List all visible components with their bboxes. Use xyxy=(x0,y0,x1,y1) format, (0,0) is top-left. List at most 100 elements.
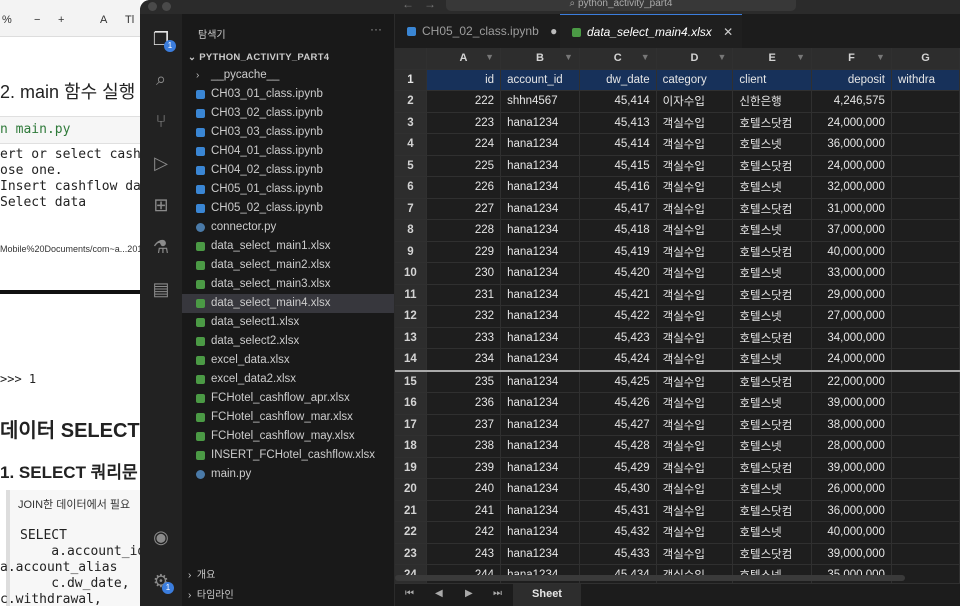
nav-arrows[interactable]: ← → xyxy=(402,0,436,11)
table-cell[interactable]: 객실수입 xyxy=(656,284,734,306)
table-cell[interactable]: hana1234 xyxy=(500,392,580,415)
file-item[interactable]: excel_data.xlsx xyxy=(182,351,394,370)
close-icon[interactable]: ✕ xyxy=(723,25,733,39)
table-cell[interactable]: hana1234 xyxy=(500,198,580,220)
table-cell[interactable]: 호텔스닷컴 xyxy=(732,500,812,522)
file-item[interactable]: FCHotel_cashflow_apr.xlsx xyxy=(182,389,394,408)
file-item[interactable]: CH05_02_class.ipynb xyxy=(182,199,394,218)
table-cell[interactable]: hana1234 xyxy=(500,219,580,242)
table-cell[interactable]: client xyxy=(732,69,812,91)
file-item[interactable]: data_select_main2.xlsx xyxy=(182,256,394,275)
row-number[interactable]: 6 xyxy=(395,176,427,199)
first-sheet-icon[interactable]: ⏮ xyxy=(405,588,414,599)
table-cell[interactable]: 33,000,000 xyxy=(811,262,892,285)
table-cell[interactable]: 31,000,000 xyxy=(811,198,892,220)
column-header[interactable]: G xyxy=(891,48,960,70)
table-cell[interactable]: 222 xyxy=(426,90,502,113)
row-number[interactable]: 21 xyxy=(395,500,427,522)
column-header[interactable]: D ▼ xyxy=(656,48,734,70)
file-item[interactable]: CH03_03_class.ipynb xyxy=(182,123,394,142)
row-number[interactable]: 10 xyxy=(395,262,427,285)
file-item[interactable]: › __pycache__ xyxy=(182,66,394,85)
table-cell[interactable]: 45,419 xyxy=(579,241,657,263)
table-cell[interactable] xyxy=(891,370,960,393)
table-cell[interactable]: 22,000,000 xyxy=(811,370,892,393)
table-cell[interactable]: 객실수입 xyxy=(656,414,734,436)
row-number[interactable]: 18 xyxy=(395,435,427,458)
table-cell[interactable]: 호텔스닷컴 xyxy=(732,370,812,393)
prev-sheet-icon[interactable]: ◀ xyxy=(435,588,443,599)
table-cell[interactable]: 객실수입 xyxy=(656,392,734,415)
table-cell[interactable]: 38,000,000 xyxy=(811,414,892,436)
table-cell[interactable]: 45,433 xyxy=(579,543,657,565)
table-cell[interactable]: 객실수입 xyxy=(656,435,734,458)
timeline-section[interactable]: › 타임라인 xyxy=(188,586,234,601)
table-cell[interactable]: 호텔스넷 xyxy=(732,305,812,328)
filter-icon[interactable]: ▼ xyxy=(796,52,805,62)
row-number[interactable]: 3 xyxy=(395,112,427,134)
table-cell[interactable]: hana1234 xyxy=(500,133,580,156)
minimize-window-button[interactable] xyxy=(162,2,171,11)
command-center[interactable]: ⌕ python_activity_part4 xyxy=(446,0,796,11)
close-window-button[interactable] xyxy=(148,2,157,11)
table-cell[interactable]: 객실수입 xyxy=(656,198,734,220)
table-cell[interactable]: 235 xyxy=(426,370,502,393)
file-item[interactable]: CH04_02_class.ipynb xyxy=(182,161,394,180)
table-cell[interactable]: 45,429 xyxy=(579,457,657,479)
table-cell[interactable]: 45,428 xyxy=(579,435,657,458)
row-number[interactable]: 9 xyxy=(395,241,427,263)
table-cell[interactable]: hana1234 xyxy=(500,155,580,177)
file-item[interactable]: CH03_02_class.ipynb xyxy=(182,104,394,123)
table-cell[interactable]: hana1234 xyxy=(500,112,580,134)
file-item[interactable]: connector.py xyxy=(182,218,394,237)
file-item[interactable]: CH05_01_class.ipynb xyxy=(182,180,394,199)
table-cell[interactable] xyxy=(891,457,960,479)
table-cell[interactable]: hana1234 xyxy=(500,262,580,285)
table-cell[interactable]: 34,000,000 xyxy=(811,327,892,349)
table-cell[interactable]: 45,414 xyxy=(579,90,657,113)
row-number[interactable]: 17 xyxy=(395,414,427,436)
filter-icon[interactable]: ▼ xyxy=(485,52,494,62)
table-cell[interactable]: 호텔스닷컴 xyxy=(732,155,812,177)
row-number[interactable]: 2 xyxy=(395,90,427,113)
table-cell[interactable]: 227 xyxy=(426,198,502,220)
table-cell[interactable]: 37,000,000 xyxy=(811,219,892,242)
table-cell[interactable]: 230 xyxy=(426,262,502,285)
testing-icon[interactable]: ⚗ xyxy=(150,236,172,258)
table-cell[interactable]: 27,000,000 xyxy=(811,305,892,328)
tab-data-select-main4[interactable]: data_select_main4.xlsx ✕ xyxy=(560,14,742,49)
tab-ch05-02-notebook[interactable]: CH05_02_class.ipynb ● xyxy=(395,14,572,48)
filter-icon[interactable]: ▼ xyxy=(564,52,573,62)
table-cell[interactable]: dw_date xyxy=(579,69,657,91)
file-item[interactable]: main.py xyxy=(182,465,394,484)
run-debug-icon[interactable]: ▷ xyxy=(150,152,172,174)
table-cell[interactable]: 호텔스넷 xyxy=(732,478,812,501)
table-cell[interactable]: 45,422 xyxy=(579,305,657,328)
table-cell[interactable]: 29,000,000 xyxy=(811,284,892,306)
table-cell[interactable] xyxy=(891,198,960,220)
table-cell[interactable]: 36,000,000 xyxy=(811,500,892,522)
table-cell[interactable]: 231 xyxy=(426,284,502,306)
next-sheet-icon[interactable]: ▶ xyxy=(465,588,473,599)
table-cell[interactable] xyxy=(891,327,960,349)
table-cell[interactable]: hana1234 xyxy=(500,521,580,544)
search-icon[interactable]: ⌕ xyxy=(150,68,172,90)
table-cell[interactable]: 호텔스넷 xyxy=(732,348,812,372)
file-item[interactable]: CH03_01_class.ipynb xyxy=(182,85,394,104)
table-cell[interactable]: 241 xyxy=(426,500,502,522)
table-cell[interactable]: hana1234 xyxy=(500,327,580,349)
table-cell[interactable]: 호텔스닷컴 xyxy=(732,414,812,436)
table-cell[interactable]: 이자수입 xyxy=(656,90,734,113)
table-cell[interactable]: 36,000,000 xyxy=(811,133,892,156)
table-cell[interactable]: 신한은행 xyxy=(732,90,812,113)
extensions-icon[interactable]: ⊞ xyxy=(150,194,172,216)
last-sheet-icon[interactable]: ⏭ xyxy=(493,588,502,599)
text-style-button[interactable]: Tl xyxy=(125,14,134,26)
table-cell[interactable] xyxy=(891,219,960,242)
table-cell[interactable]: shhn4567 xyxy=(500,90,580,113)
table-cell[interactable]: 45,427 xyxy=(579,414,657,436)
table-cell[interactable]: 호텔스닷컴 xyxy=(732,284,812,306)
text-format-button[interactable]: A xyxy=(100,14,107,26)
row-number[interactable]: 16 xyxy=(395,392,427,415)
table-cell[interactable]: 객실수입 xyxy=(656,370,734,393)
